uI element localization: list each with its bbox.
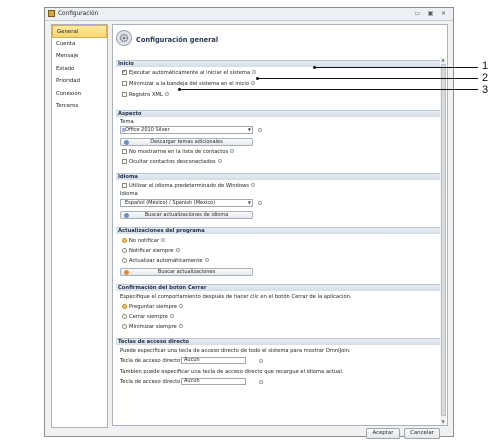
- app-icon: [48, 10, 55, 17]
- info-icon: [204, 258, 209, 262]
- sidebar-item-conexion[interactable]: Conexión: [52, 88, 107, 101]
- chevron-down-icon: ▼: [247, 200, 251, 205]
- option-hide-me[interactable]: No mostrarme en la lista de contactos: [122, 148, 235, 156]
- theme-select[interactable]: Office 2010 Silver ▼: [120, 126, 253, 134]
- option-close-always[interactable]: Cerrar siempre: [122, 313, 174, 321]
- page-title: Configuración general: [136, 36, 219, 44]
- section-aspecto: Aspecto: [116, 110, 440, 117]
- info-icon: [259, 359, 263, 363]
- sidebar-item-general[interactable]: General: [52, 25, 107, 38]
- info-icon: [217, 159, 222, 163]
- download-icon: [124, 140, 129, 145]
- section-idioma: Idioma: [116, 173, 440, 180]
- minimize-always-radio[interactable]: [122, 324, 127, 329]
- section-actualizaciones: Actualizaciones del programa: [116, 227, 440, 234]
- option-minimize-always[interactable]: Minimizar siempre: [122, 323, 183, 331]
- info-icon: [258, 201, 262, 205]
- callout-line-3: [180, 89, 478, 90]
- sidebar-item-estado[interactable]: Estado: [52, 63, 107, 76]
- option-default-language[interactable]: Utilizar el idioma predeterminado de Win…: [122, 182, 255, 190]
- option-notify-always[interactable]: Notificar siempre: [122, 247, 180, 255]
- vertical-scrollbar[interactable]: ▲ ▼: [440, 57, 446, 425]
- callout-line-1: [315, 67, 478, 68]
- sidebar: General Cuenta Mensaje Estado Prioridad …: [51, 24, 108, 428]
- auto-update-radio[interactable]: [122, 258, 127, 263]
- option-minimize-tray[interactable]: Minimizar a la bandeja del sistema en el…: [122, 80, 256, 88]
- scroll-thumb[interactable]: [440, 64, 446, 416]
- panel-header: Configuración general: [113, 25, 443, 57]
- window-title: Configuración: [58, 11, 99, 17]
- close-always-radio[interactable]: [122, 314, 127, 319]
- default-language-checkbox[interactable]: [122, 183, 127, 188]
- update-icon: [124, 270, 129, 275]
- tema-label: Tema: [120, 119, 134, 125]
- option-xml-log[interactable]: Registro XML: [122, 91, 169, 99]
- scroll-down-icon[interactable]: ▼: [440, 419, 446, 425]
- minimize-tray-checkbox[interactable]: [122, 81, 127, 86]
- callout-1: 1: [482, 60, 489, 72]
- hotkey-description-1: Puede especificar una tecla de acceso di…: [120, 348, 351, 354]
- callout-line-2: [258, 78, 478, 79]
- check-updates-button[interactable]: Buscar actualizaciones: [120, 268, 253, 276]
- language-updates-button[interactable]: Buscar actualizaciones de idioma: [120, 211, 253, 219]
- option-hide-offline[interactable]: Ocultar contactos desconectados: [122, 158, 222, 166]
- scroll-up-icon[interactable]: ▲: [440, 57, 446, 63]
- language-select[interactable]: Español (México) / Spanish (Mexico) ▼: [120, 199, 253, 207]
- info-icon: [250, 183, 255, 187]
- cancel-button[interactable]: Cancelar: [404, 428, 440, 439]
- option-autostart[interactable]: Ejecutar automáticamente al iniciar el s…: [122, 68, 257, 77]
- accept-button[interactable]: Aceptar: [366, 428, 400, 439]
- hide-me-checkbox[interactable]: [122, 149, 127, 154]
- hide-offline-checkbox[interactable]: [122, 159, 127, 164]
- sidebar-item-cuenta[interactable]: Cuenta: [52, 38, 107, 51]
- info-icon: [179, 304, 184, 308]
- sidebar-item-mensaje[interactable]: Mensaje: [52, 50, 107, 63]
- option-no-notify[interactable]: No notificar: [122, 237, 166, 245]
- info-icon: [230, 149, 235, 153]
- option-auto-update[interactable]: Actualizar automáticamente: [122, 257, 209, 265]
- resize-grip-icon[interactable]: ⋰: [446, 429, 451, 434]
- info-icon: [169, 314, 174, 318]
- title-bar: Configuración ▭ ▣ ✕: [45, 8, 453, 21]
- close-icon[interactable]: ✕: [439, 10, 448, 17]
- notify-always-radio[interactable]: [122, 248, 127, 253]
- idioma-label: Idioma: [120, 191, 138, 197]
- section-teclas: Teclas de acceso directo: [116, 338, 440, 345]
- info-icon: [164, 92, 169, 96]
- gear-icon: [116, 30, 132, 46]
- maximize-icon[interactable]: ▣: [426, 10, 435, 17]
- info-icon: [251, 81, 256, 85]
- callout-3: 3: [482, 84, 489, 96]
- chevron-down-icon: ▼: [247, 127, 251, 132]
- info-icon: [175, 248, 180, 252]
- hotkey-field-2[interactable]: Aucun: [181, 378, 246, 385]
- info-icon: [178, 324, 183, 328]
- theme-icon: [122, 128, 125, 132]
- download-themes-button[interactable]: Descargar temas adicionales: [120, 138, 253, 146]
- autostart-checkbox[interactable]: [122, 68, 127, 76]
- minimize-icon[interactable]: ▭: [413, 10, 422, 17]
- settings-window: Configuración ▭ ▣ ✕ General Cuenta Mensa…: [44, 7, 454, 439]
- xml-log-checkbox[interactable]: [122, 92, 127, 97]
- hotkey-field-1[interactable]: Aucun: [181, 357, 246, 364]
- hotkey-label-1: Tecla de acceso directo: [120, 358, 181, 364]
- info-icon: [252, 70, 257, 74]
- hotkey-description-2: También puede especificar una tecla de a…: [120, 369, 344, 375]
- no-notify-radio[interactable]: [122, 238, 127, 243]
- sidebar-item-terceros[interactable]: Terceros: [52, 100, 107, 113]
- section-cerrar: Confirmación del botón Cerrar: [116, 284, 440, 291]
- ask-always-radio[interactable]: [122, 304, 127, 309]
- sidebar-item-prioridad[interactable]: Prioridad: [52, 75, 107, 88]
- section-inicio: Inicio: [116, 60, 440, 67]
- info-icon: [161, 238, 166, 242]
- option-ask-always[interactable]: Preguntar siempre: [122, 303, 184, 311]
- info-icon: [259, 380, 263, 384]
- hotkey-label-2: Tecla de acceso directo: [120, 379, 181, 385]
- callout-2: 2: [482, 72, 489, 84]
- settings-panel: Configuración general ▲ ▼ Inicio Ejecuta…: [112, 24, 448, 426]
- close-description: Especifique el comportamiento después de…: [120, 294, 352, 300]
- globe-icon: [124, 213, 129, 218]
- info-icon: [258, 128, 262, 132]
